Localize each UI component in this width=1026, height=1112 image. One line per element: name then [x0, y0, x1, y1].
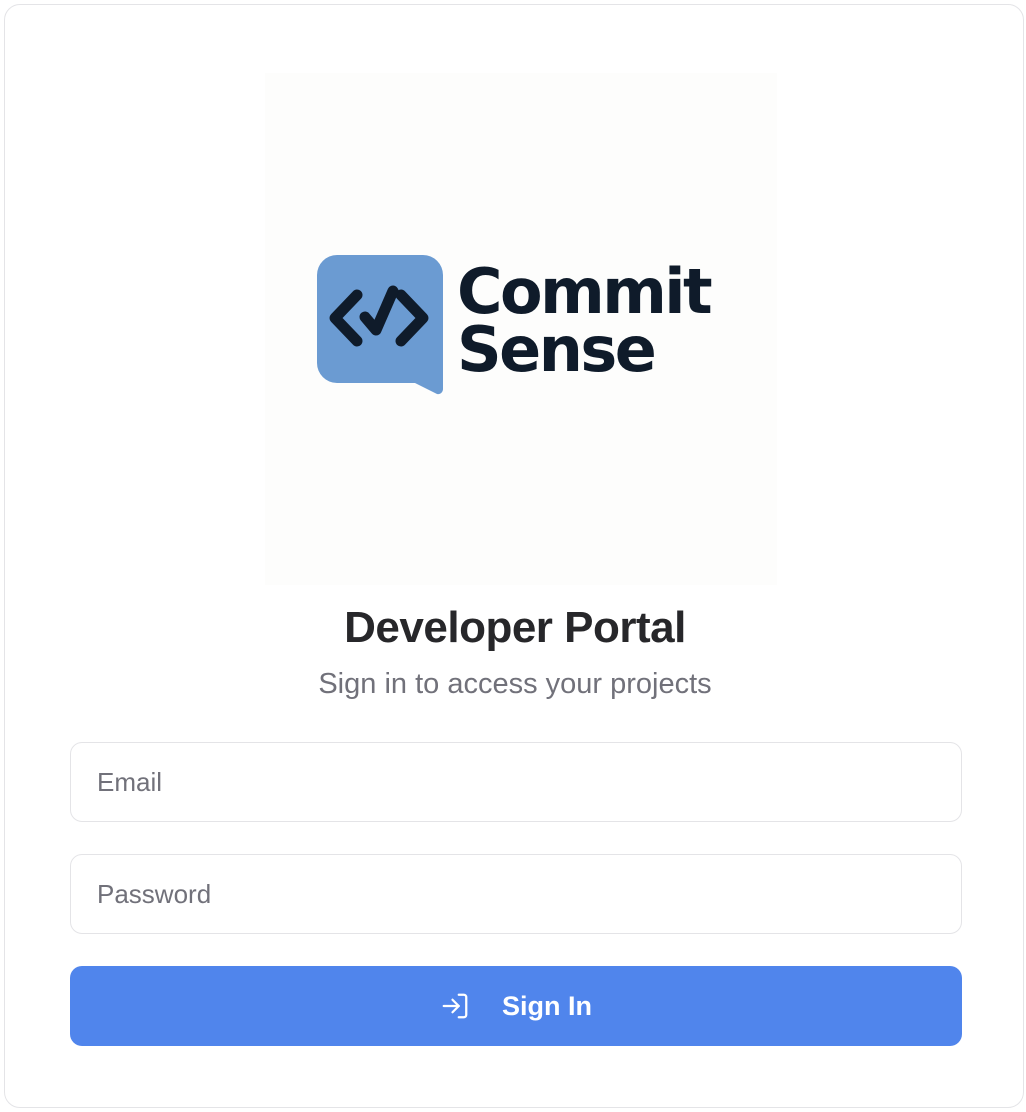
- logo: Commit Sense: [313, 253, 723, 403]
- logo-wordmark-line-2: Sense: [457, 313, 657, 386]
- logo-wordmark: Commit Sense: [457, 261, 713, 386]
- logo-image: Commit Sense: [265, 73, 777, 585]
- sign-in-button-label: Sign In: [502, 990, 592, 1021]
- code-check-chat-bubble-icon: [317, 255, 444, 395]
- email-input[interactable]: [70, 742, 962, 822]
- sign-in-button[interactable]: Sign In: [70, 966, 962, 1046]
- login-card: Commit Sense Developer Portal Sign in to…: [4, 4, 1024, 1108]
- sign-in-arrow-icon: [440, 991, 470, 1021]
- page-title: Developer Portal: [344, 603, 686, 652]
- password-input[interactable]: [70, 854, 962, 934]
- page-subtitle: Sign in to access your projects: [318, 668, 712, 700]
